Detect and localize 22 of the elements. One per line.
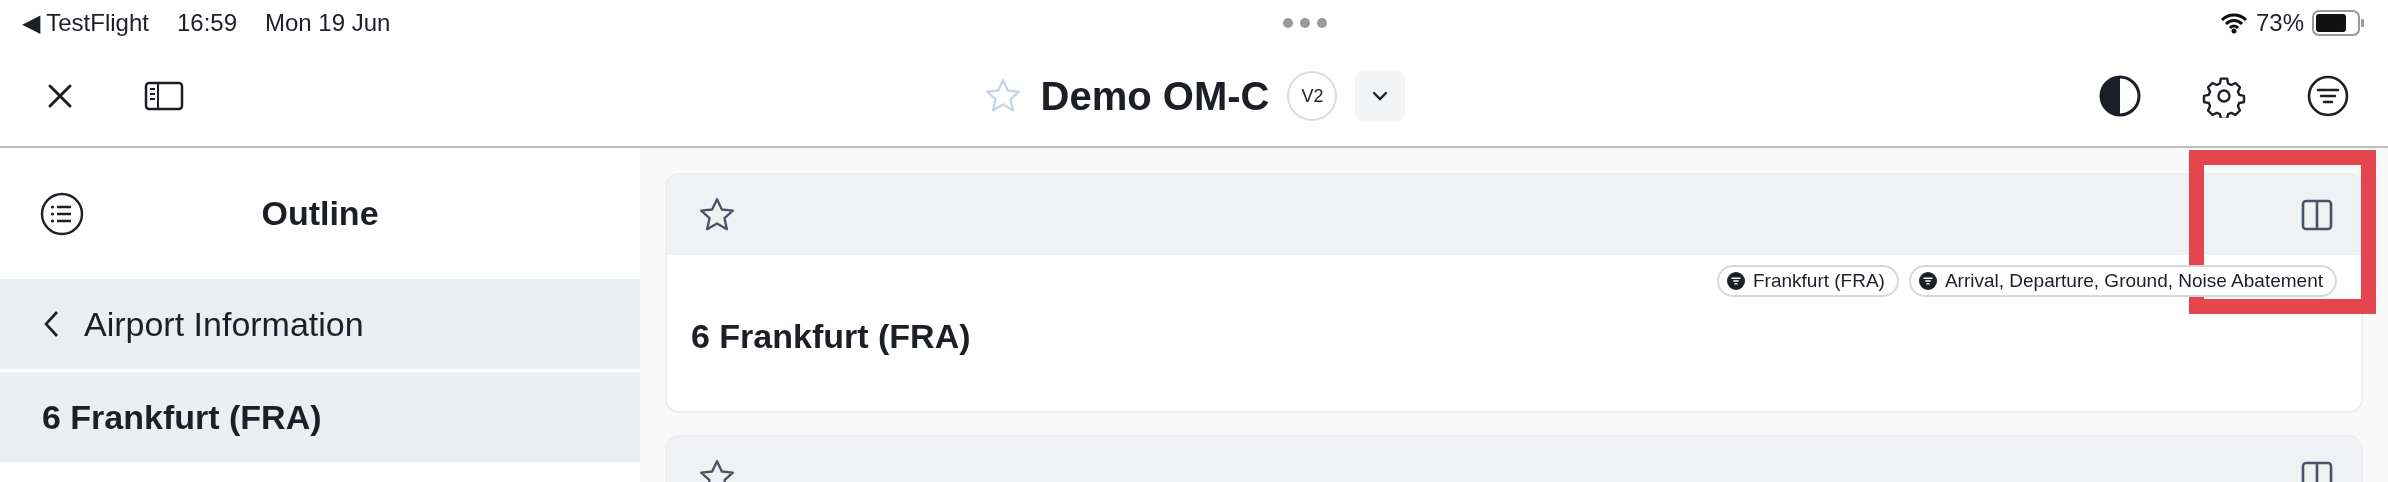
back-app-link[interactable]: ◀ TestFlight: [22, 9, 149, 37]
settings-icon[interactable]: [2202, 74, 2246, 118]
list-icon[interactable]: [40, 191, 84, 236]
filter-icon: [1726, 272, 1745, 290]
status-date: Mon 19 Jun: [265, 9, 391, 37]
back-item[interactable]: Airport Information: [0, 279, 640, 369]
wifi-icon: [2219, 12, 2248, 34]
version-badge: V2: [1287, 71, 1338, 121]
battery-percent: 73%: [2255, 9, 2304, 37]
tag-chip[interactable]: Frankfurt (FRA): [1716, 265, 1899, 297]
filter-icon: [1918, 272, 1937, 290]
split-view-icon[interactable]: [2299, 197, 2335, 233]
more-icon[interactable]: [1282, 17, 1329, 29]
filter-icon[interactable]: [2306, 74, 2350, 118]
outline-item[interactable]: 6 Frankfurt (FRA): [0, 372, 640, 462]
sidebar-title: Outline: [260, 194, 380, 233]
status-time: 16:59: [176, 9, 237, 37]
document-title: Demo OM-C: [1040, 73, 1270, 119]
battery-icon: [2312, 10, 2366, 36]
section-title: 6 Frankfurt (FRA): [691, 317, 972, 356]
tag-chip[interactable]: Arrival, Departure, Ground, Noise Abatement: [1908, 265, 2337, 297]
contrast-icon[interactable]: [2098, 74, 2142, 118]
